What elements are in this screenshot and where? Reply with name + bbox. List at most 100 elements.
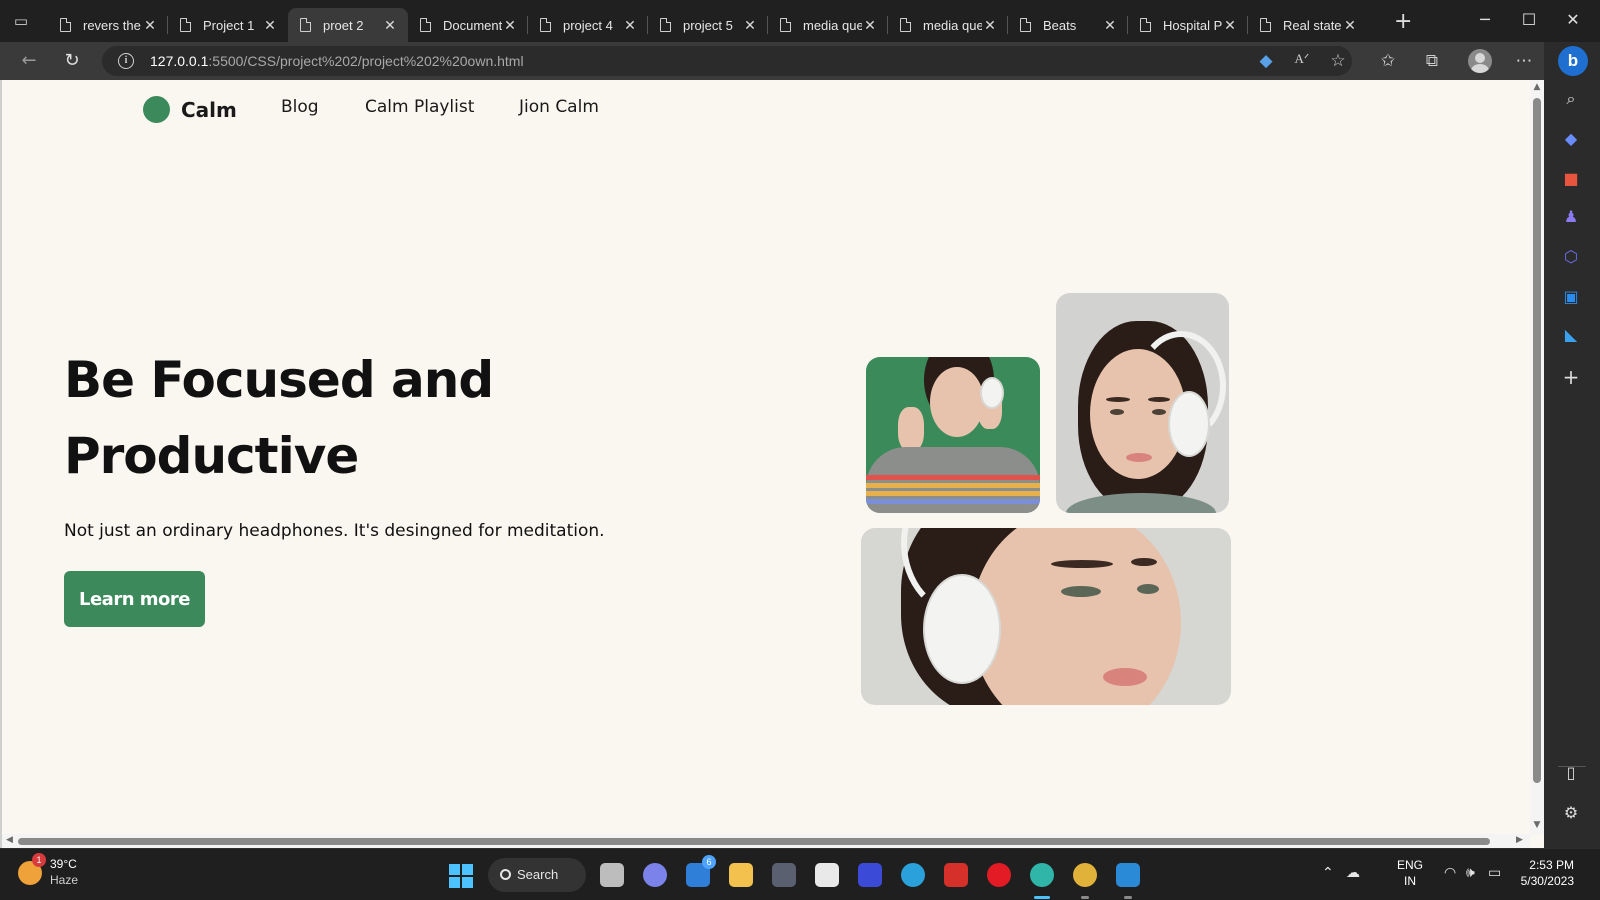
favorites-icon[interactable]: ✩ <box>1376 51 1400 71</box>
microsoft-store-icon[interactable] <box>815 863 839 887</box>
scroll-up-icon[interactable]: ▲ <box>1532 82 1542 92</box>
back-arrow-icon[interactable]: ← <box>17 50 41 71</box>
price-tag-icon[interactable]: ◆ <box>1254 51 1278 71</box>
close-icon[interactable]: ✕ <box>502 17 518 34</box>
system-clock[interactable]: 2:53 PM 5/30/2023 <box>1508 857 1574 889</box>
wps-office-icon[interactable] <box>944 863 968 887</box>
edge-sidebar: b ⌕ ◆ ■ ♟ ⬡ ▣ ◣ + ▯ ⚙ <box>1544 42 1600 848</box>
page-icon <box>300 18 311 32</box>
address-bar[interactable]: i 127.0.0.1:5500/CSS/project%202/project… <box>102 46 1352 76</box>
horizontal-scrollbar[interactable]: ◀ ▶ <box>2 834 1530 848</box>
page-icon <box>1260 18 1271 32</box>
language-indicator[interactable]: ENG IN <box>1397 857 1423 889</box>
close-icon[interactable]: ✕ <box>982 17 998 34</box>
volume-icon[interactable]: 🕪 <box>1466 865 1475 881</box>
math-app-icon[interactable] <box>858 863 882 887</box>
clock-date: 5/30/2023 <box>1520 874 1574 888</box>
battery-icon[interactable]: ▭ <box>1488 865 1501 881</box>
site-logo[interactable]: Calm <box>143 96 237 123</box>
new-tab-icon[interactable]: + <box>1394 11 1412 33</box>
taskbar-search[interactable]: Search <box>488 858 586 892</box>
close-icon[interactable]: ✕ <box>622 17 638 34</box>
running-app-indicator <box>1124 896 1132 899</box>
tab[interactable]: Hospital P ✕ <box>1128 8 1248 42</box>
refresh-icon[interactable]: ↻ <box>60 50 84 71</box>
close-icon[interactable]: ✕ <box>742 17 758 34</box>
windows-start-icon[interactable] <box>449 864 473 888</box>
close-icon[interactable]: ✕ <box>1222 17 1238 34</box>
add-icon[interactable]: + <box>1558 366 1584 388</box>
vscode-icon[interactable] <box>1116 863 1140 887</box>
tab-title: proet 2 <box>323 17 364 33</box>
close-icon[interactable]: ✕ <box>862 17 878 34</box>
collections-icon[interactable]: ⧉ <box>1420 51 1444 71</box>
add-favorite-icon[interactable]: ☆ <box>1326 51 1350 71</box>
chrome-icon[interactable] <box>1073 863 1097 887</box>
minimize-icon[interactable]: ─ <box>1470 10 1500 29</box>
drop-icon[interactable]: ◣ <box>1558 324 1584 346</box>
games-icon[interactable]: ♟ <box>1558 206 1584 228</box>
maximize-icon[interactable]: ☐ <box>1514 10 1544 29</box>
telegram-icon[interactable] <box>901 863 925 887</box>
teams-chat-icon[interactable] <box>643 863 667 887</box>
tab[interactable]: Beats ✕ <box>1008 8 1128 42</box>
close-icon[interactable]: ✕ <box>1342 17 1358 34</box>
page-icon <box>540 18 551 32</box>
tab[interactable]: media que ✕ <box>768 8 888 42</box>
tools-icon[interactable]: ■ <box>1558 168 1584 190</box>
vertical-scrollbar[interactable]: ▲ ▼ <box>1530 80 1544 834</box>
weather-desc[interactable]: Haze <box>50 873 78 887</box>
close-window-icon[interactable]: ✕ <box>1558 10 1588 29</box>
onedrive-icon[interactable]: ☁ <box>1346 865 1360 881</box>
nav-link-calm-playlist[interactable]: Calm Playlist <box>365 97 474 117</box>
search-icon[interactable]: ⌕ <box>1558 88 1584 110</box>
shopping-icon[interactable]: ◆ <box>1558 128 1584 150</box>
tab[interactable]: project 4 ✕ <box>528 8 648 42</box>
nav-link-blog[interactable]: Blog <box>281 97 319 117</box>
hide-sidebar-icon[interactable]: ▯ <box>1558 762 1584 784</box>
wifi-icon[interactable]: ◠ <box>1444 865 1456 881</box>
tab[interactable]: Document ✕ <box>408 8 528 42</box>
scroll-right-icon[interactable]: ▶ <box>1516 835 1523 845</box>
tab[interactable]: media que ✕ <box>888 8 1008 42</box>
search-icon <box>500 869 511 880</box>
nav-link-join-calm[interactable]: Jion Calm <box>519 97 599 117</box>
opera-icon[interactable] <box>987 863 1011 887</box>
url-host: 127.0.0.1 <box>150 53 209 69</box>
tab[interactable]: Real state ✕ <box>1248 8 1368 42</box>
outlook-icon[interactable]: ▣ <box>1558 286 1584 308</box>
task-view-icon[interactable] <box>600 863 624 887</box>
tab-title: Hospital P <box>1163 17 1222 33</box>
tab[interactable]: project 5 ✕ <box>648 8 768 42</box>
scroll-left-icon[interactable]: ◀ <box>6 835 13 845</box>
site-info-icon[interactable]: i <box>118 53 134 69</box>
scroll-thumb[interactable] <box>1533 98 1541 783</box>
scroll-thumb[interactable] <box>18 838 1490 845</box>
photo-woman-striped-sweater <box>866 357 1040 513</box>
chevron-up-icon[interactable]: ⌃ <box>1322 865 1334 881</box>
close-icon[interactable]: ✕ <box>1102 17 1118 34</box>
office-icon[interactable]: ⬡ <box>1558 246 1584 268</box>
browser-toolbar: ← ↻ i 127.0.0.1:5500/CSS/project%202/pro… <box>0 42 1600 80</box>
more-icon[interactable]: ⋯ <box>1512 51 1536 71</box>
weather-temp[interactable]: 39°C <box>50 857 77 871</box>
tab[interactable]: revers the ✕ <box>48 8 168 42</box>
tab-active[interactable]: proet 2 ✕ <box>288 8 408 42</box>
read-aloud-icon[interactable]: Aᐟ <box>1290 51 1314 67</box>
url-text[interactable]: 127.0.0.1:5500/CSS/project%202/project%2… <box>150 53 524 69</box>
app-icon[interactable] <box>772 863 796 887</box>
copilot-icon[interactable]: b <box>1558 46 1588 76</box>
profile-icon[interactable] <box>1468 49 1492 73</box>
file-explorer-icon[interactable] <box>729 863 753 887</box>
page-icon <box>1140 18 1151 32</box>
tab-actions-icon[interactable]: ▭ <box>12 12 30 30</box>
learn-more-button[interactable]: Learn more <box>64 571 205 627</box>
close-icon[interactable]: ✕ <box>142 17 158 34</box>
edge-icon[interactable] <box>1030 863 1054 887</box>
tab[interactable]: Project 1 ✕ <box>168 8 288 42</box>
scroll-down-icon[interactable]: ▼ <box>1532 820 1542 830</box>
close-icon[interactable]: ✕ <box>382 17 398 34</box>
close-icon[interactable]: ✕ <box>262 17 278 34</box>
settings-icon[interactable]: ⚙ <box>1558 802 1584 824</box>
brand-name: Calm <box>181 97 237 122</box>
